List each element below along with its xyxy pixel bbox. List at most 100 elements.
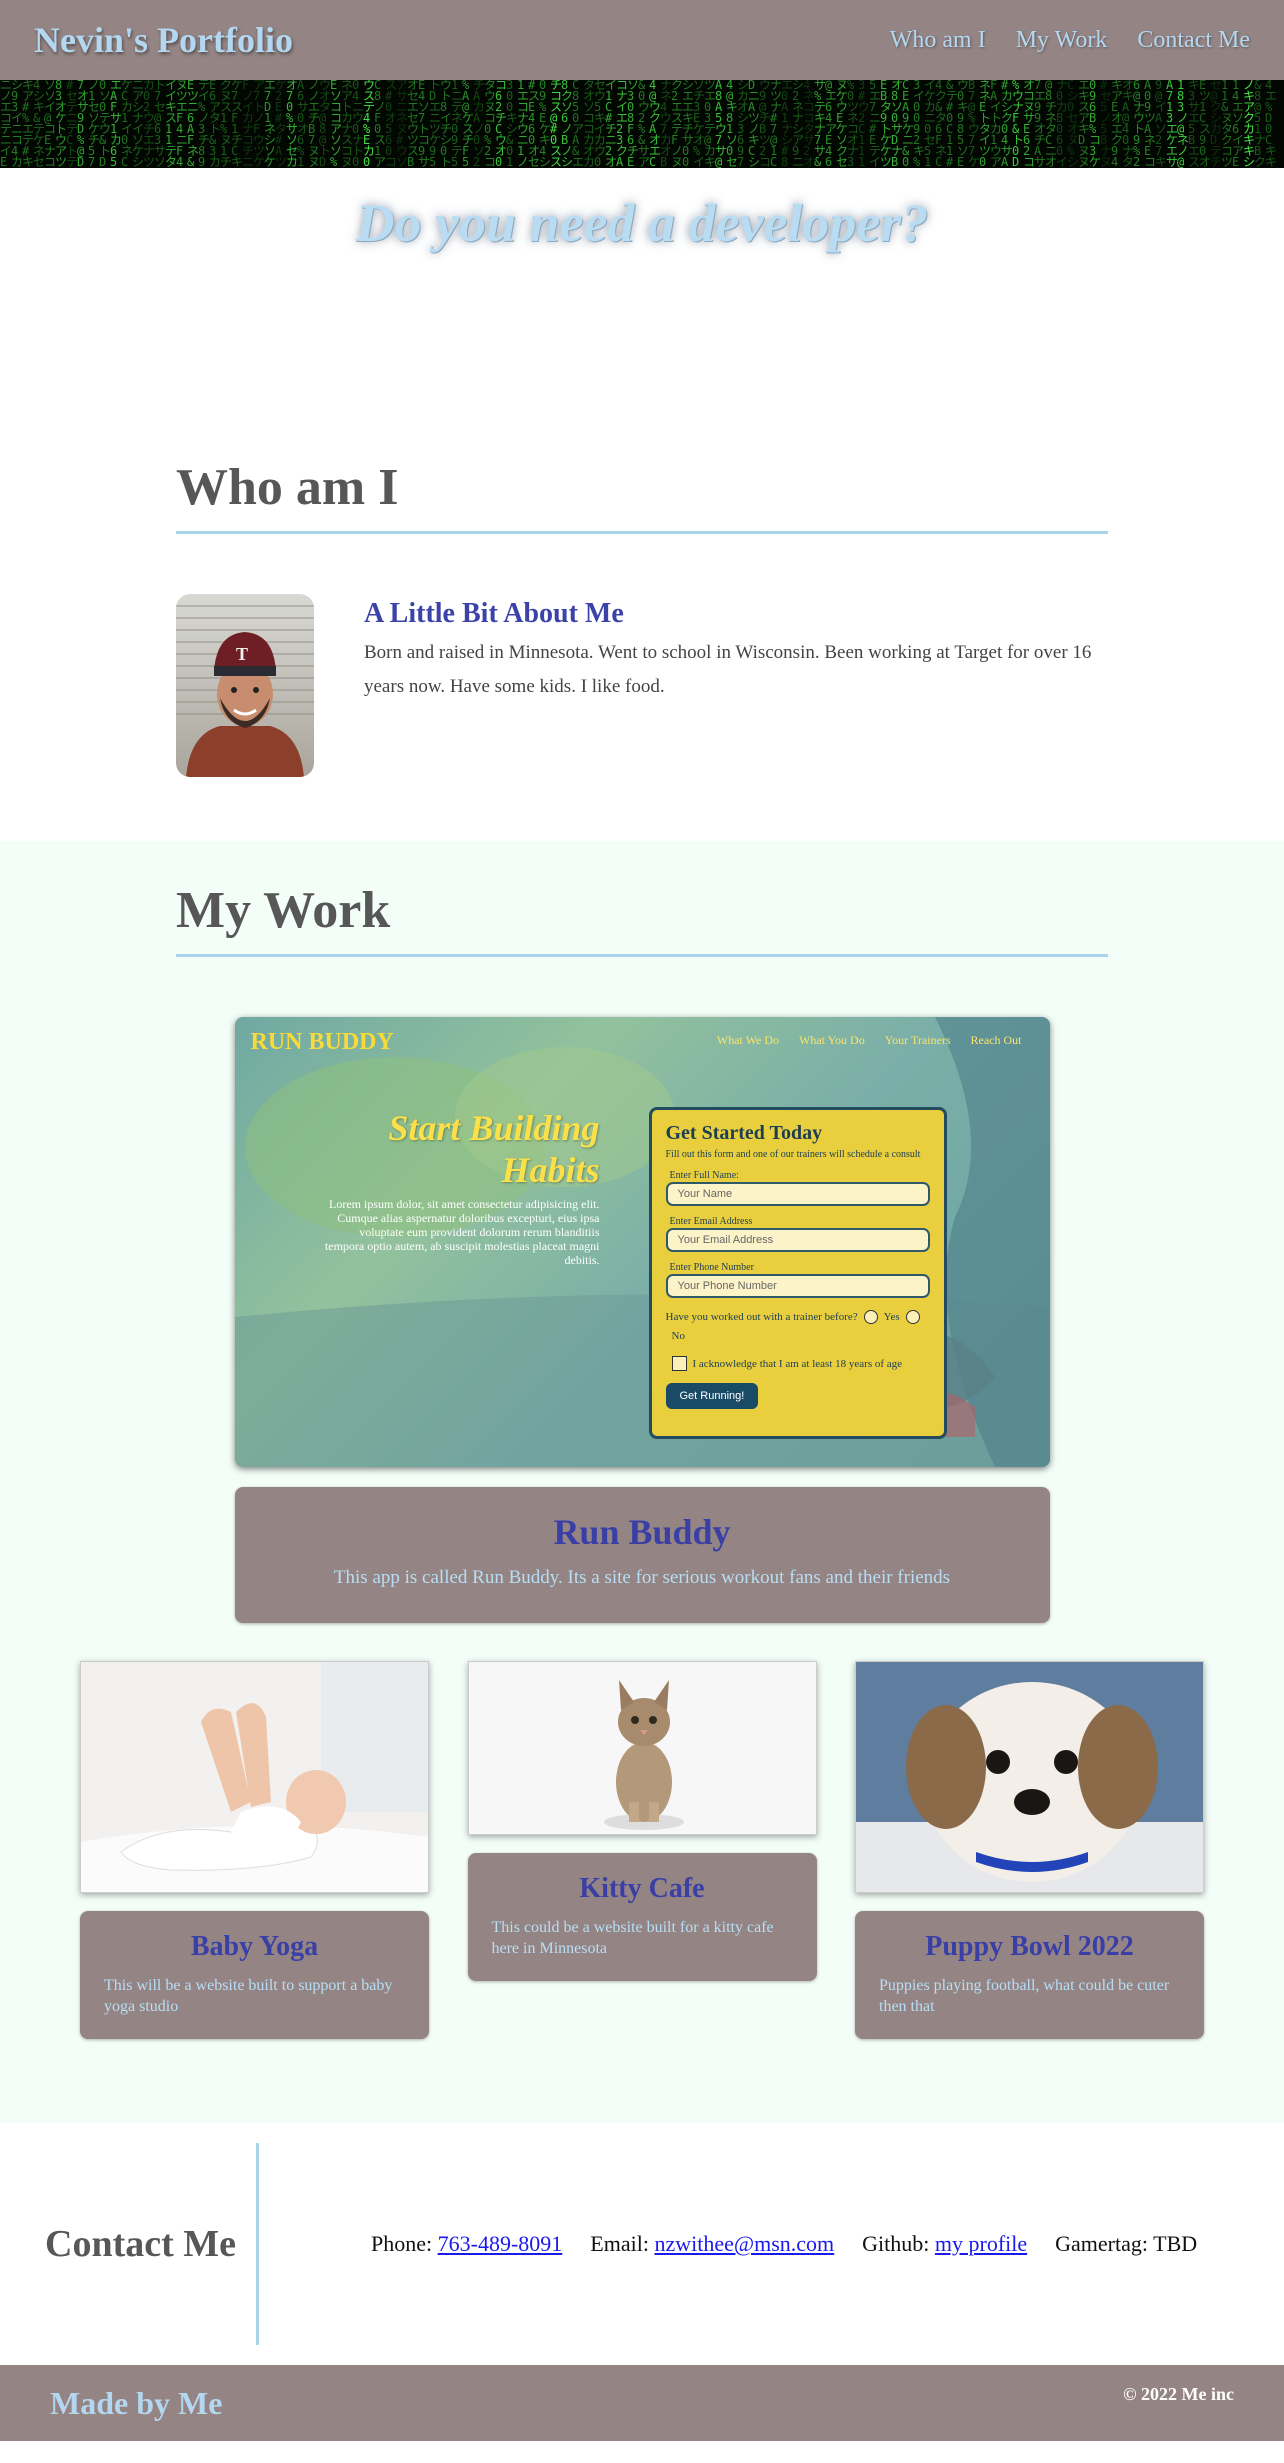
matrix-column: イ イ キ ス 1 1 テ タ: [165, 80, 176, 168]
radio-no-icon: [905, 1310, 920, 1324]
matrix-column: 4 ネ コ コ タ サ 2 オ: [803, 80, 814, 168]
run-buddy-submit-button: Get Running!: [665, 1383, 759, 1409]
matrix-column: 7 エ 9 9 オ チ A サ: [1034, 80, 1045, 168]
section-divider: [176, 954, 1108, 957]
project-title[interactable]: Kitty Cafe: [492, 1873, 793, 1905]
matrix-column: シ 9 3 イ ニ コ 4 カ: [11, 80, 22, 168]
contact-phone: Phone: 763-489-8091: [371, 2231, 562, 2257]
project-title[interactable]: Puppy Bowl 2022: [879, 1931, 1180, 1963]
matrix-column: ナ ツ ナ # 7 @ 1 C: [770, 80, 781, 168]
matrix-column: イ ケ カ ニ 0 セ 5 1: [924, 80, 935, 168]
site-header: Nevin's Portfolio Who am I My Work Conta…: [0, 0, 1284, 80]
run-buddy-no: No: [671, 1330, 685, 1342]
run-buddy-lorem: Lorem ipsum dolor, sit amet consectetur …: [324, 1197, 600, 1267]
project-description: This could be a website built for a kitt…: [491, 1919, 774, 1957]
matrix-column: % 0 ツ ネ コ オ ナ 3: [847, 80, 858, 168]
matrix-column: 4 @ キ 8 1 ソ 0 セ: [726, 80, 737, 168]
contact-divider: [256, 2143, 259, 2345]
github-link[interactable]: my profile: [935, 2231, 1027, 2256]
matrix-column: 8 3 オ ケ ト ウ ア ツ: [55, 80, 66, 168]
matrix-column: A 0 9 ツ A ネ E コ: [1144, 80, 1155, 168]
matrix-column: ト 7 セ @ 6 3 サ ソ: [154, 80, 165, 168]
matrix-column: タ ウ ヌ コ 0 % 2 コ: [484, 80, 495, 168]
gamertag-value: TBD: [1153, 2231, 1198, 2256]
run-buddy-name-label: Enter Full Name:: [669, 1170, 739, 1181]
run-buddy-nav-item: What We Do: [716, 1033, 780, 1047]
phone-link[interactable]: 763-489-8091: [438, 2231, 563, 2256]
matrix-column: F ノ イ カ ナ コ チ ニ: [242, 80, 253, 168]
matrix-column: 0 4 ニ ウ 0 ナ ト 0: [352, 80, 363, 168]
footer-copyright: © 2022 Me inc: [1123, 2383, 1234, 2404]
matrix-column: ネ ネ E ト タ イ ツ 0: [979, 80, 990, 168]
matrix-column: エ キ ス ア キ D ヌ ヌ: [1078, 80, 1089, 168]
matrix-column: ツ エ 0 3 テ @ カ キ: [704, 80, 715, 168]
matrix-column: ア 7 ト ノ F ウ ツ ケ: [253, 80, 264, 168]
run-buddy-form-subtitle: Fill out this form and one of our traine…: [665, 1149, 921, 1160]
matrix-column: 3 0 0 キ シ & 0 1: [506, 80, 517, 168]
project-card[interactable]: Puppy Bowl 2022 Puppies playing football…: [855, 1911, 1204, 2039]
matrix-column: # セ 5 ノ 5 8 ナ ヌ: [1100, 80, 1111, 168]
matrix-column: キ ア # % エ テ # キ: [22, 80, 33, 168]
run-buddy-yes: Yes: [883, 1311, 900, 1323]
contact-gamertag: Gamertag: TBD: [1055, 2231, 1197, 2257]
about-heading: A Little Bit About Me: [364, 598, 624, 629]
matrix-column: ニ ア シ ナ イ ソ ケ シ: [132, 80, 143, 168]
run-buddy-screenshot[interactable]: RUN BUDDY What We Do What You Do Your Tr…: [234, 1017, 1050, 1467]
nav-link-contact-me[interactable]: Contact Me: [1137, 27, 1250, 54]
hero-tagline: Do you need a developer?: [355, 193, 929, 253]
matrix-column: オ 8 ソ 0 サ D ナ B: [891, 80, 902, 168]
nav-link-my-work[interactable]: My Work: [1016, 27, 1108, 54]
matrix-column: シ カ オ シ 3 6 9 7: [737, 80, 748, 168]
matrix-column: C 8 5 0 ア A & エ: [572, 80, 583, 168]
matrix-column: 3 イ 0 0 9 2 キ %: [913, 80, 924, 168]
project-description: Puppies playing football, what could be …: [879, 1977, 1170, 2015]
run-buddy-ack-row: I acknowledge that I am at least 18 year…: [671, 1356, 930, 1371]
project-baby-yoga[interactable]: Baby Yoga This will be a website built t…: [80, 1661, 429, 2039]
matrix-column: ヌ ケ ウ E ケ ソ ク セ: [836, 80, 847, 168]
matrix-column: 5 エ 7 ニ # E テ イ: [869, 80, 880, 168]
puppy-bowl-image[interactable]: [855, 1661, 1204, 1893]
matrix-column: E B タ 9 ト ケ ケ ツ: [880, 80, 891, 168]
project-card[interactable]: Baby Yoga This will be a website built t…: [80, 1911, 429, 2039]
run-buddy-email-input: Your Email Address: [665, 1228, 930, 1252]
run-buddy-nav-item: Reach Out: [970, 1033, 1022, 1047]
run-buddy-radio-row: Have you worked out with a trainer befor…: [666, 1310, 930, 1342]
email-link[interactable]: nzwithee@msn.com: [654, 2231, 834, 2256]
matrix-column: D ニ A ツ ノ キ C シ: [748, 80, 759, 168]
matrix-column: サ % テ キ ナ 7 サ &: [814, 80, 825, 168]
matrix-column: オ セ エ セ ウ ツ ス B: [407, 80, 418, 168]
featured-project-title[interactable]: Run Buddy: [235, 1511, 1050, 1553]
project-card[interactable]: Kitty Cafe This could be a website built…: [467, 1853, 817, 1981]
site-title[interactable]: Nevin's Portfolio: [34, 19, 293, 61]
matrix-column: タ オ ソ コ コ カ オ カ: [583, 80, 594, 168]
svg-text:T: T: [236, 644, 248, 664]
matrix-column: ノ 1 セ ソ ケ チ 5 7: [88, 80, 99, 168]
project-kitty-cafe[interactable]: Kitty Cafe This could be a website built…: [467, 1661, 817, 1981]
featured-project[interactable]: RUN BUDDY What We Do What You Do Your Tr…: [234, 1017, 1050, 1623]
contact-email: Email: nzwithee@msn.com: [590, 2231, 834, 2257]
baby-yoga-image[interactable]: [80, 1661, 429, 1893]
project-title[interactable]: Baby Yoga: [104, 1931, 405, 1963]
matrix-column: @ エ 6 4 ア E 4 6: [825, 80, 836, 168]
matrix-column: C 8 ノ F 0 ス 1 ア: [374, 80, 385, 168]
matrix-column: @ 8 チ ネ タ C ニ オ: [1045, 80, 1056, 168]
matrix-column: エ 7 D 1 ネ シ ソ ケ: [264, 80, 275, 168]
section-divider: [176, 531, 1108, 534]
matrix-column: 0 ソ 0 テ ウ & ト D: [99, 80, 110, 168]
run-buddy-nav: What We Do What You Do Your Trainers Rea…: [717, 1033, 1022, 1048]
matrix-column: ウ ト 8 イ チ シ 0 ト: [440, 80, 451, 168]
matrix-column: コ 6 2 チ C ウ オ 0: [495, 80, 506, 168]
featured-project-card[interactable]: Run Buddy This app is called Run Buddy. …: [234, 1487, 1050, 1623]
matrix-column: ケ C カ 1 イ 0 ネ C: [121, 80, 132, 168]
matrix-column: 1 1 & ヌ タ ク コ ツ: [1221, 80, 1232, 168]
matrix-column: エ 0 A 1 ナ シ # 8: [781, 80, 792, 168]
matrix-column: オ コ ヌ サ E 6 2 コ: [1023, 80, 1034, 168]
project-puppy-bowl[interactable]: Puppy Bowl 2022 Puppies playing football…: [855, 1661, 1204, 2039]
matrix-column: チ A カ A ノ 0 ソ 2: [473, 80, 484, 168]
kitty-cafe-image[interactable]: [467, 1661, 817, 1835]
matrix-column: エ A F サ 1 カ 6 5: [110, 80, 121, 168]
nav-link-who-am-i[interactable]: Who am I: [890, 27, 986, 54]
matrix-column: セ ウ 5 キ イ カ ウ 0: [594, 80, 605, 168]
matrix-column: ウ 0 キ 9 8 5 ソ E: [957, 80, 968, 168]
run-buddy-form: Get Started Today Fill out this form and…: [648, 1107, 947, 1439]
